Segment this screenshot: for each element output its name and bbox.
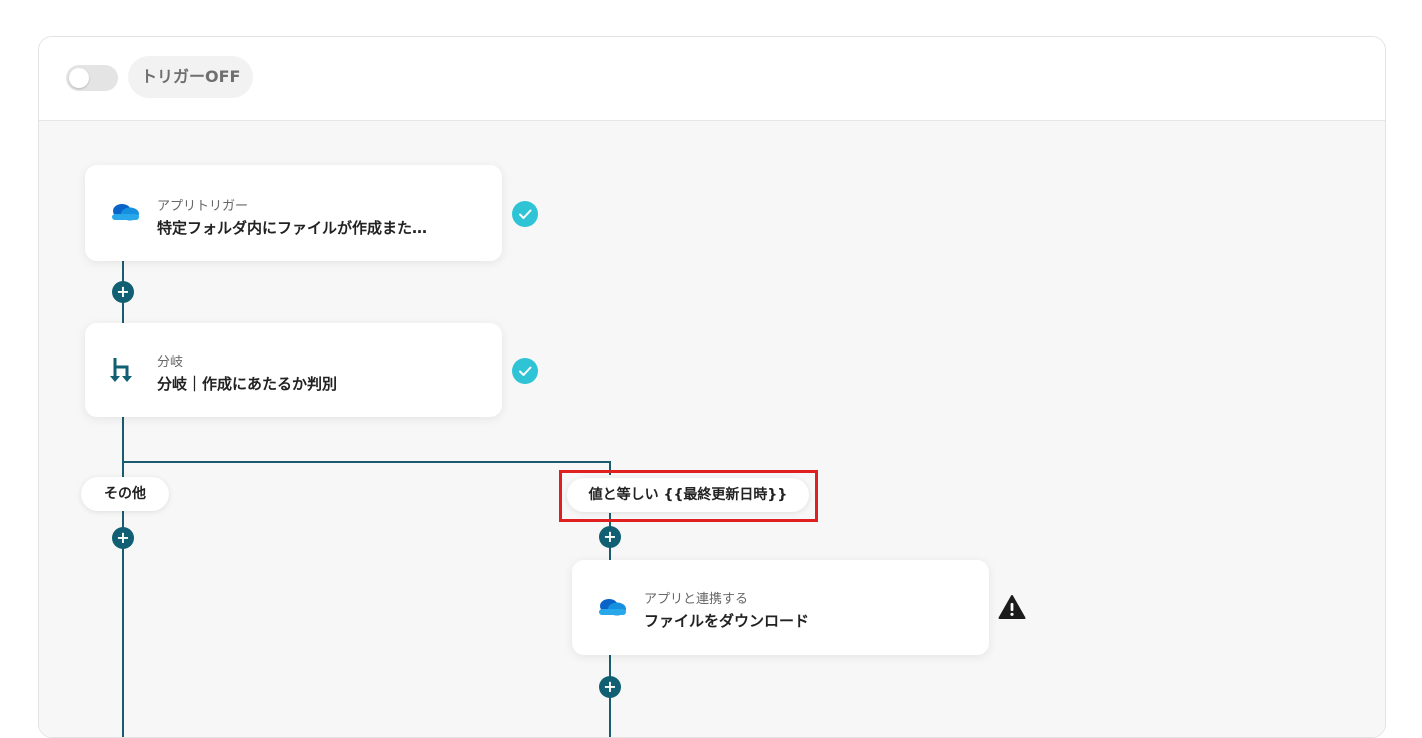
check-icon [512, 201, 538, 227]
add-step-button[interactable]: + [112, 281, 134, 303]
branch-icon [109, 355, 141, 383]
add-step-button[interactable]: + [599, 676, 621, 698]
connector-main-2 [122, 417, 124, 737]
onedrive-icon [596, 594, 628, 622]
branch-card-subtitle: 分岐 [157, 355, 184, 370]
onedrive-icon [109, 199, 141, 227]
trigger-card-subtitle: アプリトリガー [157, 199, 249, 214]
panel-header: トリガーOFF [39, 37, 1385, 121]
add-step-button[interactable]: + [112, 527, 134, 549]
check-icon [512, 358, 538, 384]
warning-icon [998, 594, 1026, 620]
action-step-card[interactable]: アプリと連携する ファイルをダウンロード [572, 560, 989, 655]
branch-card-title: 分岐｜作成にあたるか判別 [157, 375, 338, 393]
toggle-knob [69, 68, 89, 88]
action-card-subtitle: アプリと連携する [644, 592, 749, 607]
trigger-status-label: トリガーOFF [128, 56, 254, 98]
connector-branch-horizontal [122, 461, 611, 463]
flow-panel: トリガーOFF アプリトリガー 特定フォルダ内にファイルが作成また… + 分岐 … [38, 36, 1386, 738]
trigger-card-title: 特定フォルダ内にファイルが作成また… [157, 219, 428, 237]
trigger-toggle[interactable] [66, 65, 118, 91]
flow-canvas: アプリトリガー 特定フォルダ内にファイルが作成また… + 分岐 分岐｜作成にあた… [39, 121, 1385, 737]
add-step-button[interactable]: + [599, 526, 621, 548]
branch-other-label[interactable]: その他 [81, 477, 169, 511]
branch-step-card[interactable]: 分岐 分岐｜作成にあたるか判別 [85, 323, 502, 417]
trigger-step-card[interactable]: アプリトリガー 特定フォルダ内にファイルが作成また… [85, 165, 502, 261]
action-card-title: ファイルをダウンロード [644, 612, 810, 630]
highlight-box [559, 470, 818, 522]
